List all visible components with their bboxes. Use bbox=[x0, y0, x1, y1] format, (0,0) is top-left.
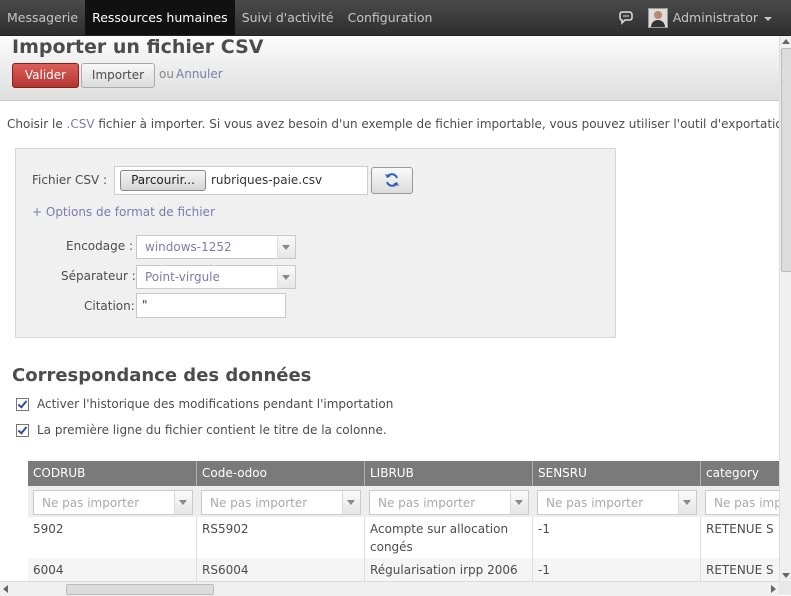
chevron-down-icon[interactable] bbox=[764, 16, 772, 21]
track-history-checkbox[interactable] bbox=[16, 397, 29, 411]
table-header: CODRUB Code-odoo LIBRUB SENSRU category bbox=[28, 461, 779, 486]
csv-link[interactable]: .CSV bbox=[67, 117, 95, 131]
table-cell: 6004 bbox=[33, 563, 64, 577]
intro-after: fichier à importer. Si vous avez besoin … bbox=[94, 117, 779, 131]
or-text: ou bbox=[159, 67, 174, 81]
field-select[interactable]: Ne pas importer bbox=[537, 490, 697, 515]
scrollbar-thumb[interactable] bbox=[781, 48, 791, 272]
separator-label: Séparateur : bbox=[61, 269, 136, 283]
table-cell: Acompte sur allocation congés bbox=[364, 517, 532, 558]
horizontal-scrollbar[interactable] bbox=[0, 581, 779, 596]
table-cell: Régularisation irpp 2006 bbox=[364, 558, 532, 581]
separator-value: Point-virgule bbox=[145, 270, 220, 284]
field-select-placeholder: Ne pas importer bbox=[42, 496, 140, 510]
chevron-down-icon bbox=[277, 236, 295, 258]
column-header: LIBRUB bbox=[364, 461, 532, 486]
file-input[interactable]: Parcourir... rubriques-paie.csv bbox=[114, 166, 368, 195]
table-row: 5902 RS5902 Acompte sur allocation congé… bbox=[28, 517, 779, 558]
user-area: Administrator bbox=[618, 0, 791, 35]
scroll-left-icon[interactable] bbox=[3, 585, 8, 593]
table-cell: RETENUE S bbox=[700, 517, 779, 558]
quote-label: Citation: bbox=[84, 299, 135, 313]
column-header: CODRUB bbox=[33, 466, 86, 480]
page-title: Importer un fichier CSV bbox=[12, 36, 264, 58]
avatar[interactable] bbox=[647, 7, 668, 28]
quote-input[interactable]: " bbox=[136, 293, 286, 318]
cancel-link[interactable]: Annuler bbox=[176, 67, 223, 81]
file-label: Fichier CSV : bbox=[32, 173, 108, 187]
table-cell: RS5902 bbox=[196, 517, 364, 558]
chevron-down-icon bbox=[342, 491, 360, 514]
file-name: rubriques-paie.csv bbox=[211, 173, 323, 187]
preview-table: CODRUB Code-odoo LIBRUB SENSRU category … bbox=[28, 461, 779, 581]
headers-checkbox[interactable] bbox=[16, 423, 29, 437]
field-select[interactable]: Ne pas importer bbox=[201, 490, 361, 515]
menu-item-configuration[interactable]: Configuration bbox=[341, 0, 440, 35]
mapping-title: Correspondance des données bbox=[12, 365, 312, 386]
intro-before: Choisir le bbox=[7, 117, 67, 131]
headers-label: La première ligne du fichier contient le… bbox=[37, 423, 387, 437]
format-options-link[interactable]: + Options de format de fichier bbox=[32, 205, 215, 219]
quote-value: " bbox=[142, 298, 148, 312]
browse-button[interactable]: Parcourir... bbox=[120, 170, 206, 191]
encoding-value: windows-1252 bbox=[145, 240, 232, 254]
column-header: SENSRU bbox=[532, 461, 700, 486]
validate-button[interactable]: Valider bbox=[12, 63, 79, 88]
encoding-label: Encodage : bbox=[66, 239, 133, 253]
encoding-select[interactable]: windows-1252 bbox=[136, 235, 296, 259]
track-history-row: Activer l'historique des modifications p… bbox=[16, 397, 393, 411]
field-select-placeholder: Ne pas importer bbox=[378, 496, 476, 510]
scroll-up-icon[interactable] bbox=[782, 39, 790, 44]
top-navbar: Messagerie Ressources humaines Suivi d'a… bbox=[0, 0, 791, 36]
field-select[interactable]: Ne pas importer bbox=[33, 490, 193, 515]
scroll-right-icon[interactable] bbox=[771, 585, 776, 593]
field-select[interactable]: Ne pas importer bbox=[705, 490, 779, 515]
menu-item-messagerie[interactable]: Messagerie bbox=[0, 0, 85, 35]
column-header: category bbox=[700, 461, 779, 486]
field-mapping-row: Ne pas importer Ne pas importer Ne pas i… bbox=[28, 486, 779, 517]
table-row: 6004 RS6004 Régularisation irpp 2006 -1 … bbox=[28, 558, 779, 581]
vertical-scrollbar[interactable] bbox=[779, 36, 791, 581]
scroll-down-icon[interactable] bbox=[782, 573, 790, 578]
reload-file-button[interactable] bbox=[371, 167, 413, 194]
scrollbar-thumb[interactable] bbox=[66, 584, 214, 595]
table-cell: 5902 bbox=[33, 522, 64, 536]
chevron-down-icon bbox=[174, 491, 192, 514]
table-cell: -1 bbox=[532, 517, 700, 558]
field-select-placeholder: Ne pas importer bbox=[210, 496, 308, 510]
field-select[interactable]: Ne pas importer bbox=[369, 490, 529, 515]
field-select-placeholder: Ne pas importer bbox=[714, 496, 779, 510]
scrollbar-corner bbox=[779, 581, 791, 595]
menu-item-suivi-activite[interactable]: Suivi d'activité bbox=[235, 0, 341, 35]
table-cell: RS6004 bbox=[196, 558, 364, 581]
table-cell: -1 bbox=[532, 558, 700, 581]
user-name[interactable]: Administrator bbox=[673, 10, 758, 25]
chevron-down-icon bbox=[678, 491, 696, 514]
separator-select[interactable]: Point-virgule bbox=[136, 265, 296, 289]
refresh-icon bbox=[385, 173, 399, 187]
chevron-down-icon bbox=[510, 491, 528, 514]
track-history-label: Activer l'historique des modifications p… bbox=[37, 397, 394, 411]
main-menu: Messagerie Ressources humaines Suivi d'a… bbox=[0, 0, 439, 35]
menu-item-ressources-humaines[interactable]: Ressources humaines bbox=[85, 0, 235, 35]
intro-text: Choisir le .CSV fichier à importer. Si v… bbox=[7, 117, 779, 131]
field-select-placeholder: Ne pas importer bbox=[546, 496, 644, 510]
chevron-down-icon bbox=[277, 266, 295, 288]
column-header: Code-odoo bbox=[196, 461, 364, 486]
import-button[interactable]: Importer bbox=[81, 63, 155, 88]
headers-row: La première ligne du fichier contient le… bbox=[16, 423, 387, 437]
table-cell: RETENUE S bbox=[700, 558, 779, 581]
chat-bubble-icon[interactable] bbox=[618, 10, 634, 26]
control-panel: Importer un fichier CSV Valider Importer… bbox=[0, 36, 779, 101]
